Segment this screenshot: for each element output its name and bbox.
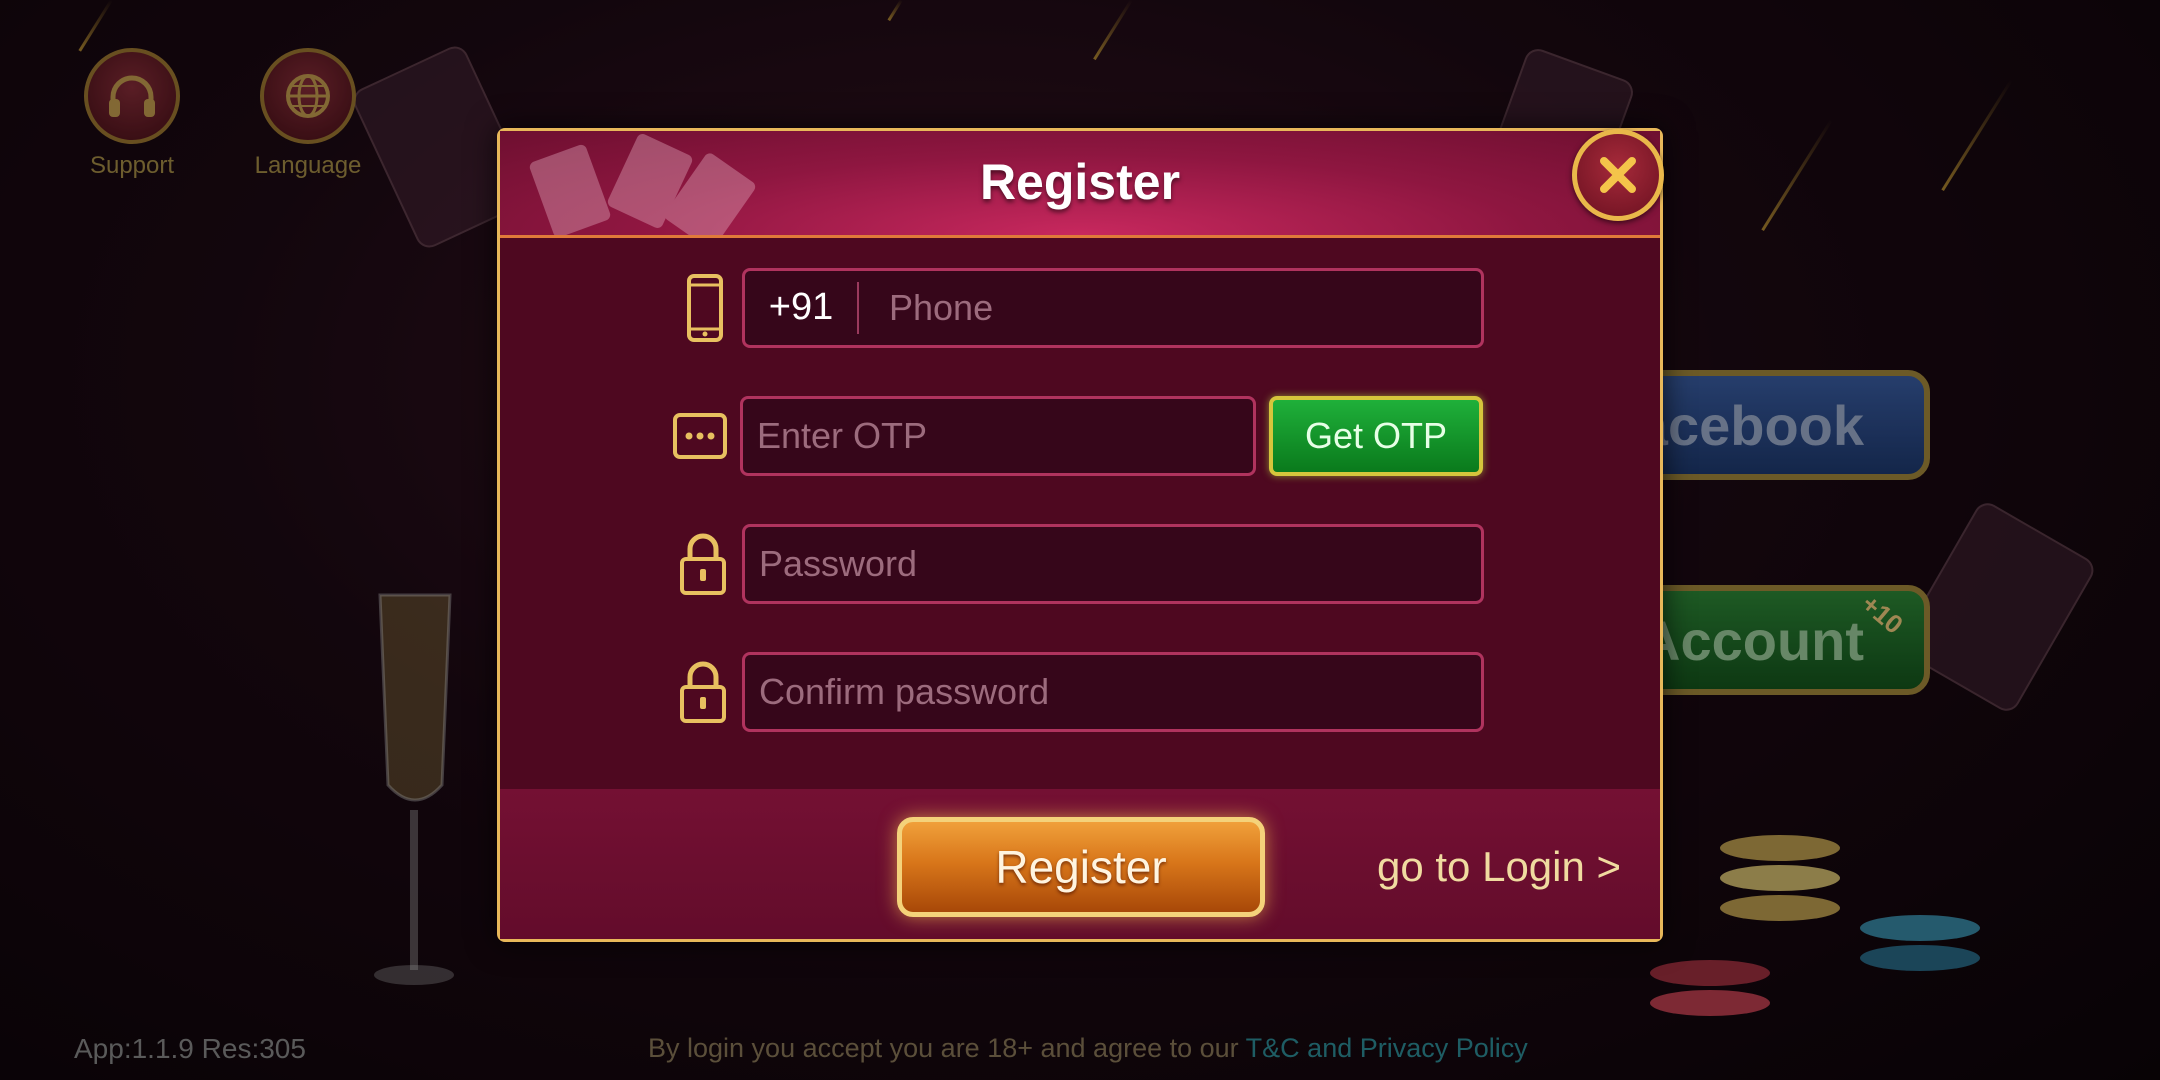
- confirm-password-placeholder: Confirm password: [759, 671, 1050, 712]
- dialog-header: Register: [500, 131, 1660, 238]
- register-dialog: Register +91 Phone Enter OTP Get OTP Pas…: [497, 128, 1664, 942]
- password-input[interactable]: Password: [742, 524, 1484, 604]
- confirm-password-input[interactable]: Confirm password: [742, 652, 1484, 732]
- confirm-password-row: Confirm password: [500, 650, 1660, 734]
- go-to-login-link[interactable]: go to Login >: [1377, 843, 1621, 891]
- phone-row: +91 Phone: [500, 266, 1660, 350]
- password-placeholder: Password: [759, 543, 918, 584]
- country-code[interactable]: +91: [745, 282, 859, 334]
- password-row: Password: [500, 522, 1660, 606]
- otp-icon: [670, 394, 730, 478]
- get-otp-button[interactable]: Get OTP: [1269, 396, 1483, 476]
- otp-input[interactable]: Enter OTP: [740, 396, 1256, 476]
- otp-row: Enter OTP Get OTP: [500, 394, 1660, 478]
- phone-placeholder: Phone: [889, 287, 994, 328]
- dialog-body: +91 Phone Enter OTP Get OTP Password Con…: [500, 238, 1660, 822]
- close-button[interactable]: [1572, 129, 1664, 221]
- lock-icon: [673, 650, 733, 734]
- dialog-title: Register: [979, 154, 1181, 210]
- close-icon: [1600, 157, 1636, 193]
- register-button[interactable]: Register: [897, 817, 1265, 917]
- phone-icon: [675, 266, 735, 350]
- lock-icon: [673, 522, 733, 606]
- phone-input[interactable]: +91 Phone: [742, 268, 1484, 348]
- otp-placeholder: Enter OTP: [757, 415, 928, 456]
